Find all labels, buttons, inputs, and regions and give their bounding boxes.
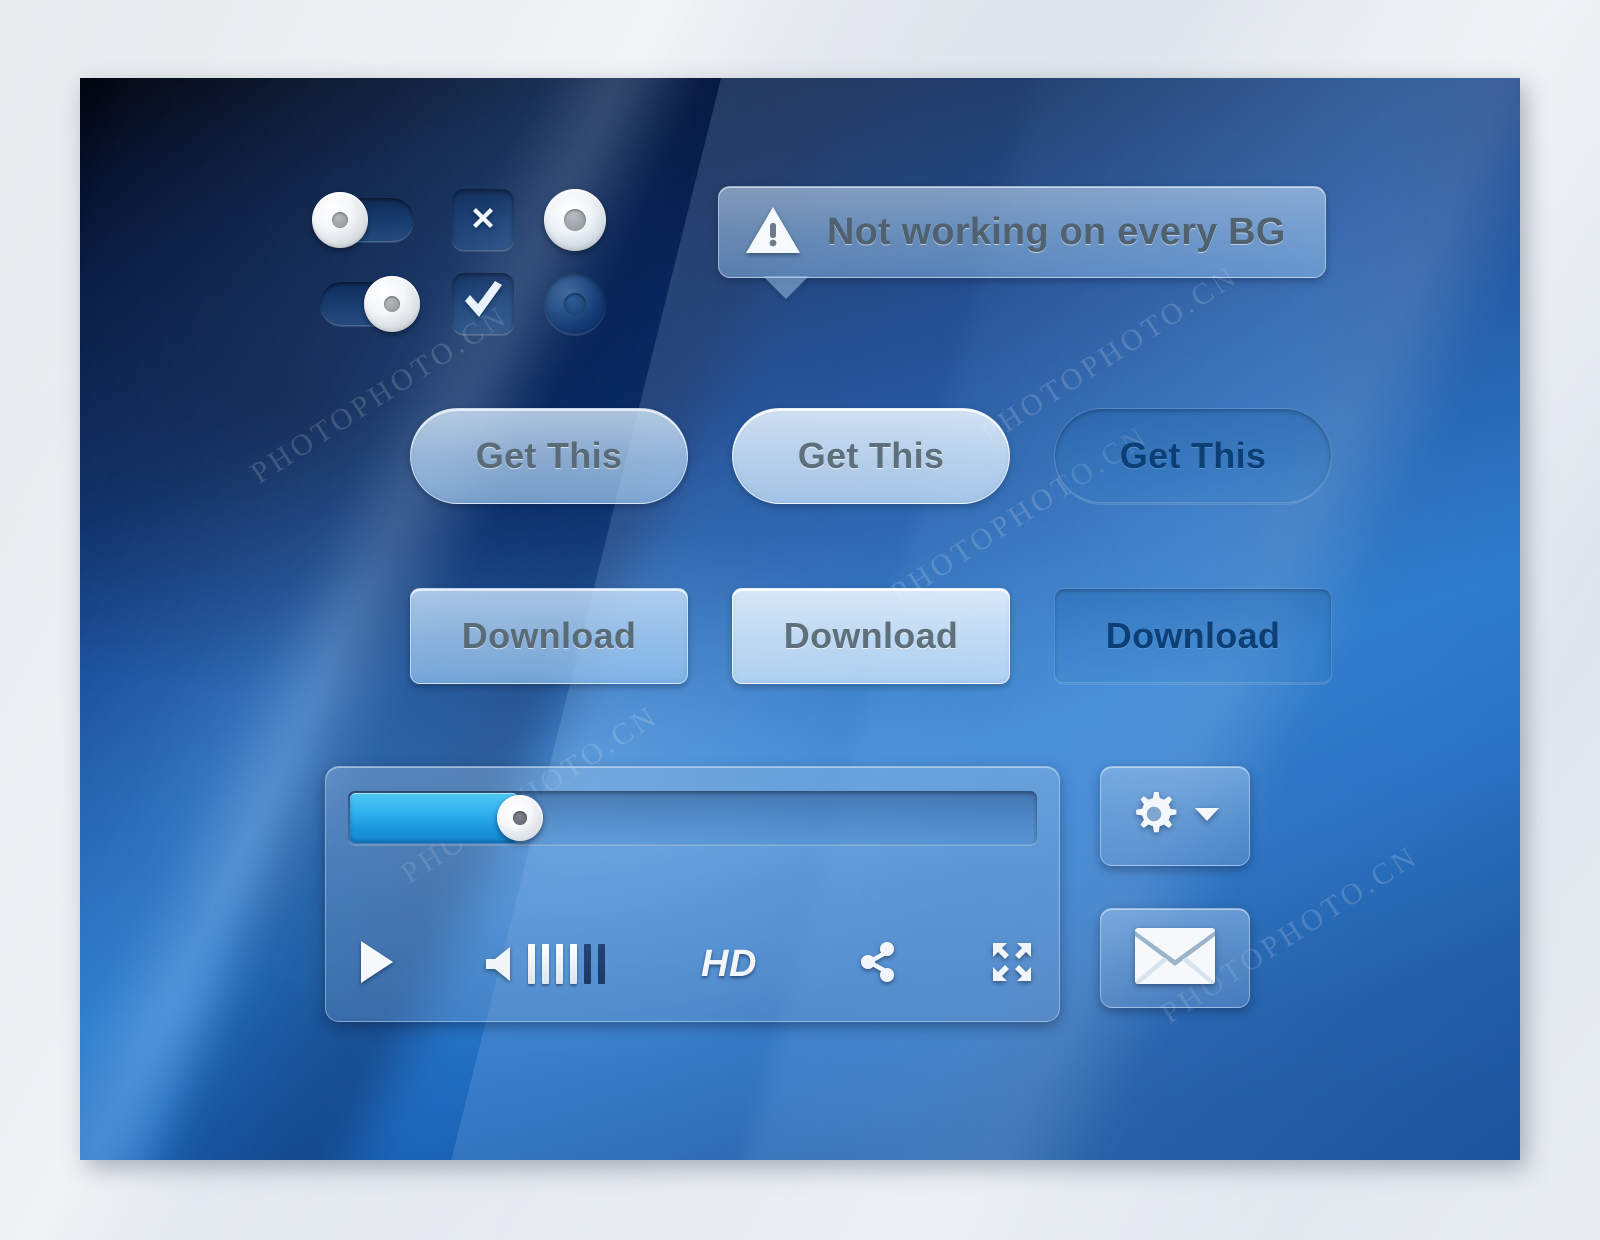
share-button[interactable]: [860, 941, 895, 987]
hd-toggle-button[interactable]: HD: [701, 943, 757, 986]
progress-slider[interactable]: [348, 791, 1037, 845]
toggle-knob[interactable]: [364, 276, 420, 332]
checkbox-checked[interactable]: [452, 273, 514, 335]
progress-slider-handle[interactable]: [497, 795, 544, 841]
volume-bar[interactable]: [528, 944, 535, 984]
volume-bar[interactable]: [584, 944, 591, 984]
volume-bar[interactable]: [556, 944, 563, 984]
progress-slider-fill: [350, 793, 519, 843]
toggle-switch-off[interactable]: [312, 192, 414, 248]
share-icon: [860, 941, 895, 987]
play-icon: [358, 939, 396, 990]
chevron-down-icon: [1193, 805, 1221, 828]
warning-triangle-icon: [745, 205, 801, 260]
volume-bar[interactable]: [570, 944, 577, 984]
fullscreen-expand-icon: [991, 941, 1033, 988]
volume-control[interactable]: [484, 944, 605, 984]
volume-level-bars[interactable]: [528, 944, 605, 984]
volume-bar[interactable]: [598, 944, 605, 984]
tooltip-container: Not working on every BG: [718, 186, 1326, 278]
form-controls-group: [312, 178, 636, 346]
cross-icon: [466, 201, 500, 240]
checkbox-cross[interactable]: [452, 189, 514, 251]
mail-button[interactable]: [1100, 908, 1250, 1008]
volume-bar[interactable]: [542, 944, 549, 984]
toggle-knob[interactable]: [312, 192, 368, 248]
fullscreen-button[interactable]: [991, 941, 1033, 988]
kit-content: Not working on every BG Get This Get Thi…: [80, 78, 1520, 1160]
warning-tooltip: Not working on every BG: [718, 186, 1326, 278]
download-button-pressed[interactable]: Download: [1054, 588, 1332, 684]
get-this-button-normal[interactable]: Get This: [410, 408, 688, 504]
envelope-icon: [1134, 927, 1216, 990]
ui-kit-panel: PHOTOPHOTO.CN PHOTOPHOTO.CN PHOTOPHOTO.C…: [80, 78, 1520, 1160]
radio-dot: [564, 293, 586, 315]
tooltip-message: Not working on every BG: [827, 210, 1286, 253]
get-this-button-pressed[interactable]: Get This: [1054, 408, 1332, 504]
gear-icon: [1129, 789, 1179, 844]
radio-button-light[interactable]: [544, 189, 606, 251]
check-icon: [461, 280, 505, 328]
settings-dropdown-button[interactable]: [1100, 766, 1250, 866]
play-button[interactable]: [358, 939, 396, 990]
download-button-hover[interactable]: Download: [732, 588, 1010, 684]
media-player-panel: HD: [325, 766, 1060, 1022]
toggle-switch-on[interactable]: [320, 276, 420, 332]
hd-label: HD: [701, 942, 757, 985]
download-button-normal[interactable]: Download: [410, 588, 688, 684]
volume-speaker-icon: [484, 944, 516, 984]
radio-dot: [564, 209, 586, 231]
get-this-button-hover[interactable]: Get This: [732, 408, 1010, 504]
pill-button-group: Get This Get This Get This: [410, 408, 1332, 504]
radio-button-dark[interactable]: [544, 273, 606, 335]
player-control-bar: HD: [358, 933, 1031, 995]
download-button-group: Download Download Download: [410, 588, 1332, 684]
